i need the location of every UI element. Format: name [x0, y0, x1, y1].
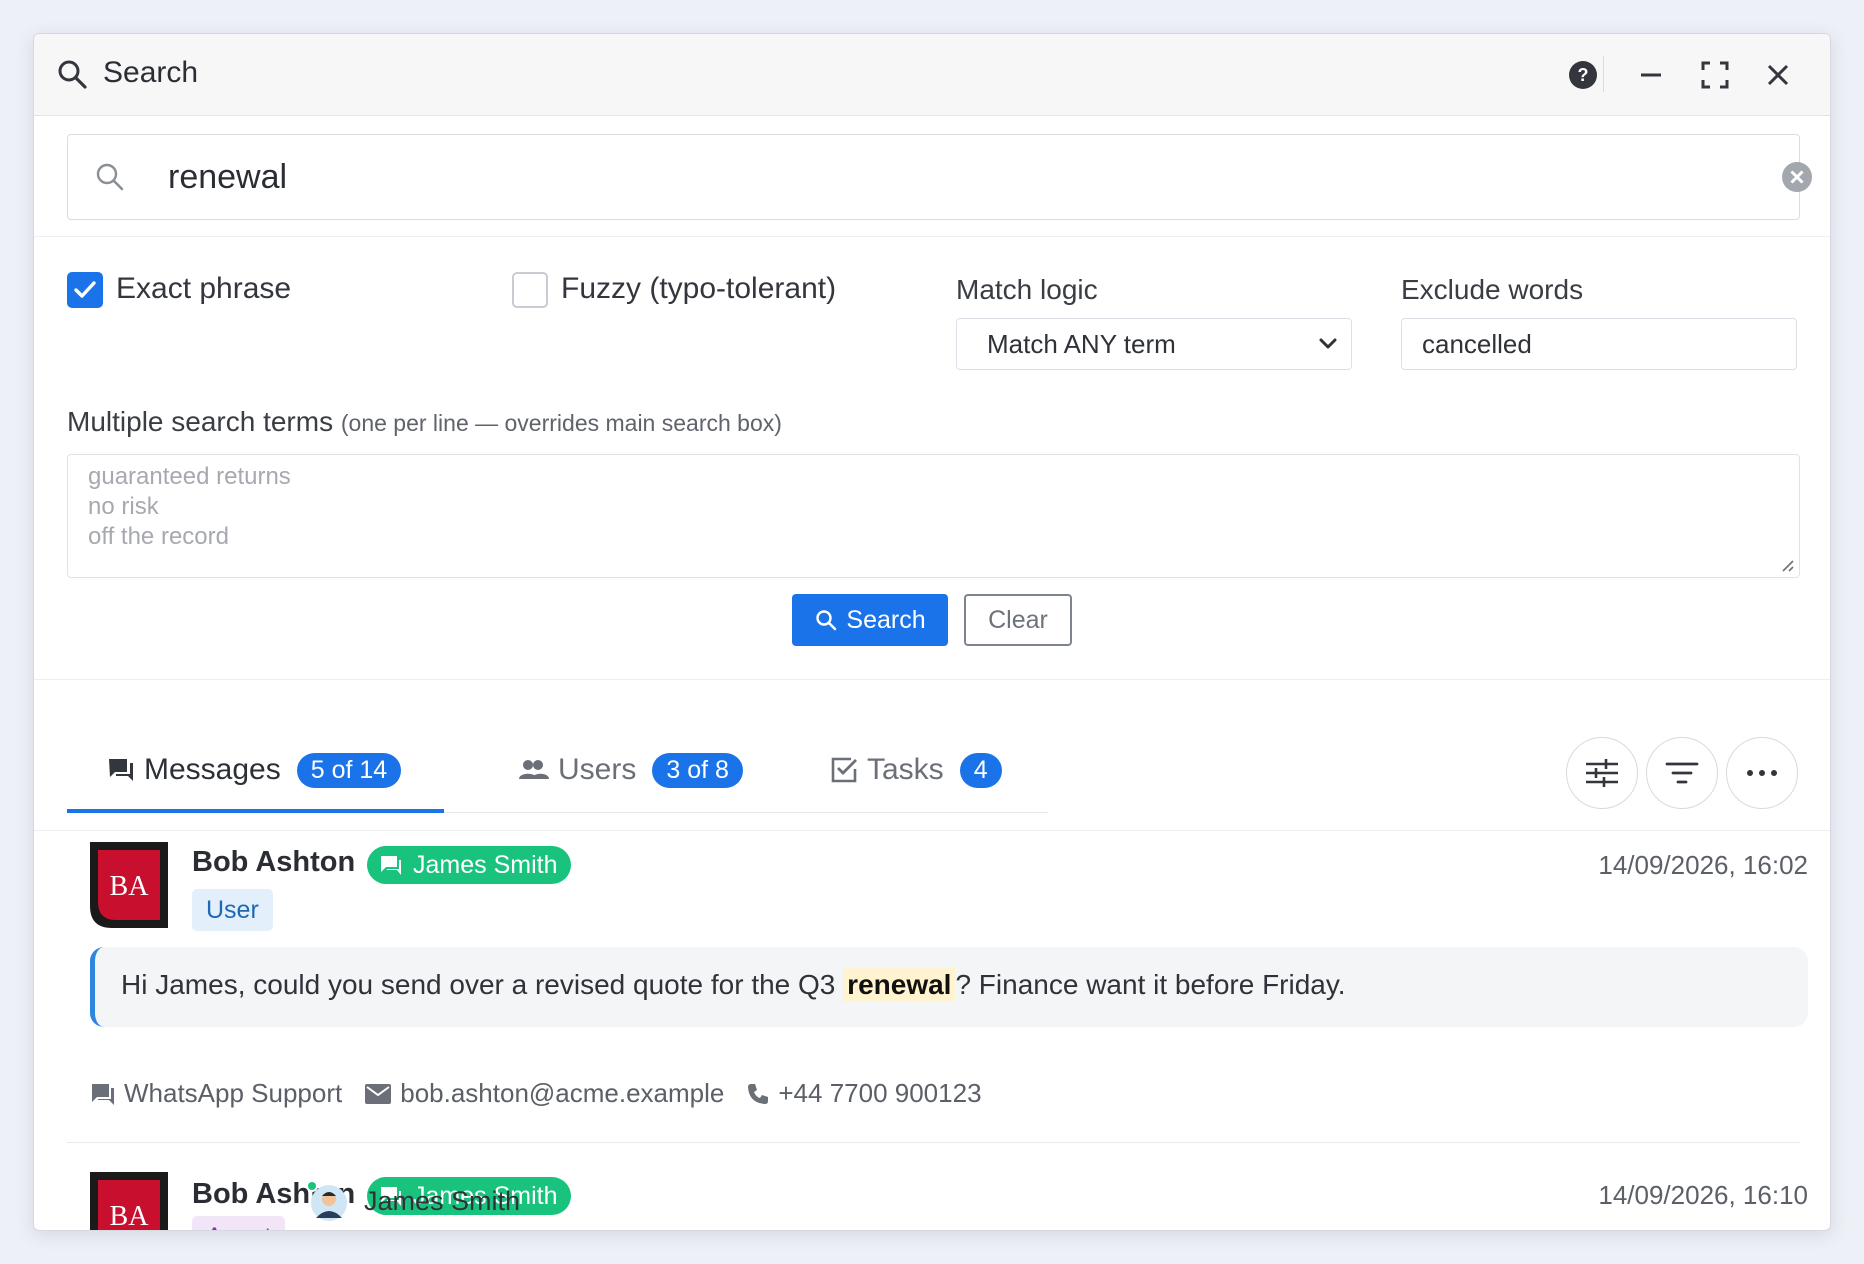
search-window: Search ? renewal Exact phrase Fuzzy (typ…: [33, 33, 1831, 1231]
message-text-after: ? Finance want it before Friday.: [955, 969, 1346, 1000]
search-icon: [58, 60, 87, 89]
sender-name: Bob Ashton: [192, 846, 356, 878]
match-logic-label: Match logic: [956, 274, 1098, 305]
search-highlight: renewal: [843, 967, 956, 1002]
placeholder-line: guaranteed returns: [88, 463, 291, 490]
online-status-dot: [306, 1180, 318, 1192]
more-options-button[interactable]: [1726, 737, 1798, 809]
chat-icon: [92, 1083, 114, 1105]
message-body: Hi James, could you send over a revised …: [90, 947, 1808, 1027]
users-count-badge: 3 of 8: [652, 752, 743, 788]
minimize-button[interactable]: [1632, 56, 1670, 94]
help-icon: ?: [1569, 61, 1597, 89]
tab-tasks[interactable]: Tasks 4: [829, 742, 1002, 798]
filter-button[interactable]: [1646, 737, 1718, 809]
active-tab-indicator: [67, 809, 444, 813]
minimize-icon: [1641, 73, 1661, 77]
title-bar: Search ?: [34, 34, 1830, 116]
tab-tasks-label: Tasks: [867, 753, 944, 786]
channel-contact-chip[interactable]: James Smith: [367, 846, 572, 884]
fuzzy-label: Fuzzy (typo-tolerant): [561, 272, 837, 305]
sliders-icon: [1586, 759, 1618, 787]
exact-phrase-checkbox[interactable]: [67, 272, 103, 308]
message-timestamp: 14/09/2026, 16:02: [1598, 850, 1808, 880]
phone-icon: [748, 1083, 769, 1104]
close-icon: [1767, 64, 1789, 86]
chevron-down-icon: [1319, 338, 1337, 349]
multi-terms-hint: (one per line — overrides main search bo…: [340, 410, 782, 436]
help-button[interactable]: ?: [1564, 56, 1602, 94]
fuzzy-checkbox[interactable]: [512, 272, 548, 308]
tab-users-label: Users: [558, 753, 637, 786]
message-meta: WhatsApp Support bob.ashton@acme.example…: [90, 1078, 996, 1109]
svg-text:?: ?: [1578, 65, 1589, 85]
channel-name: WhatsApp Support: [124, 1078, 343, 1108]
channel-contact-name: James Smith: [413, 850, 558, 879]
sender-phone: +44 7700 900123: [778, 1078, 982, 1108]
clear-button-label: Clear: [988, 605, 1048, 634]
section-divider: [34, 830, 1830, 831]
match-logic-select[interactable]: Match ANY term: [956, 318, 1352, 370]
search-icon: [816, 610, 837, 631]
search-icon: [96, 163, 124, 191]
agent-name: James Smith: [364, 1186, 521, 1216]
clear-search-icon[interactable]: [1781, 161, 1813, 193]
message-text-before: Hi James, could you send over a revised …: [121, 969, 836, 1000]
maximize-button[interactable]: [1696, 56, 1734, 94]
search-button[interactable]: Search: [792, 594, 948, 646]
section-divider: [34, 679, 1830, 680]
resize-handle-icon[interactable]: [1779, 557, 1795, 573]
search-button-label: Search: [846, 605, 926, 634]
window-title: Search: [103, 56, 199, 89]
role-badge: Agent: [192, 1216, 286, 1230]
clear-button[interactable]: Clear: [964, 594, 1072, 646]
avatar: BA: [90, 842, 168, 928]
role-badge: User: [192, 889, 273, 931]
match-logic-value: Match ANY term: [987, 329, 1176, 359]
adjust-settings-button[interactable]: [1566, 737, 1638, 809]
phone-meta[interactable]: +44 7700 900123: [746, 1078, 982, 1109]
mail-icon: [365, 1083, 392, 1104]
avatar-initials: BA: [110, 1201, 150, 1231]
multi-terms-textarea[interactable]: guaranteed returns no risk off the recor…: [67, 454, 1800, 578]
search-bar: [67, 134, 1812, 220]
fullscreen-icon: [1701, 61, 1729, 89]
placeholder-line: off the record: [88, 523, 229, 550]
email-meta[interactable]: bob.ashton@acme.example: [364, 1078, 724, 1109]
exclude-words-label: Exclude words: [1401, 274, 1584, 305]
chat-icon: [381, 856, 401, 875]
close-button[interactable]: [1759, 56, 1797, 94]
message-separator: [67, 1142, 1800, 1143]
search-input[interactable]: [168, 147, 1728, 207]
users-icon: [519, 760, 549, 779]
tab-messages-label: Messages: [144, 753, 281, 786]
check-icon: [74, 281, 96, 298]
avatar: BA: [90, 1172, 168, 1231]
section-divider: [34, 236, 1830, 237]
tab-messages[interactable]: Messages 5 of 14: [106, 742, 402, 798]
more-dots-icon: [1747, 770, 1777, 776]
multi-terms-title: Multiple search terms: [67, 406, 334, 437]
title-separator: [1603, 56, 1604, 92]
tasks-count-badge: 4: [959, 752, 1002, 788]
messages-count-badge: 5 of 14: [296, 752, 402, 788]
filter-icon: [1665, 762, 1699, 784]
exact-phrase-label: Exact phrase: [116, 272, 292, 305]
exclude-words-input[interactable]: [1401, 318, 1797, 370]
channel-meta: WhatsApp Support: [90, 1078, 342, 1109]
message-timestamp: 14/09/2026, 16:10: [1598, 1180, 1808, 1210]
sender-email: bob.ashton@acme.example: [400, 1078, 725, 1108]
multi-terms-label: Multiple search terms (one per line — ov…: [67, 406, 782, 438]
chat-icon: [109, 759, 133, 781]
placeholder-line: no risk: [88, 493, 159, 520]
message-text: Hi James, could you send over a revised …: [121, 967, 1346, 1002]
avatar-initials: BA: [110, 871, 150, 902]
tab-users[interactable]: Users 3 of 8: [518, 742, 743, 798]
task-checkbox-icon: [831, 757, 857, 783]
